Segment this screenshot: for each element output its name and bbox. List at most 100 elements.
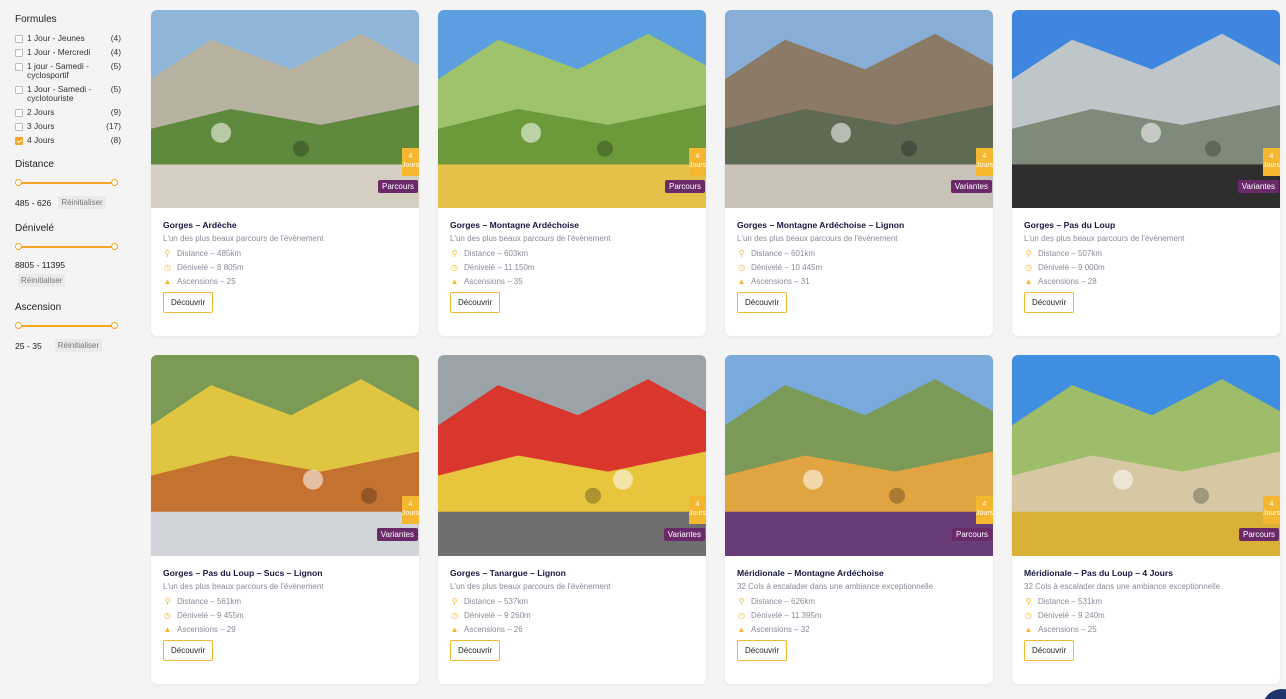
- card-body: Gorges – Montagne Ardéchoise L'un des pl…: [438, 208, 706, 336]
- distance-line: ⚲ Distance – 485km: [164, 249, 242, 258]
- denivele-line: ◷ Dénivelé – 9 000m: [1025, 263, 1105, 272]
- distance-filter: Distance 485 - 626 Réinitialiser: [15, 159, 128, 209]
- card-body: Méridionale – Pas du Loup – 4 Jours 32 C…: [1012, 556, 1280, 684]
- route-title[interactable]: Gorges – Ardèche: [163, 220, 407, 230]
- route-photo[interactable]: 4 Jours Variantes: [725, 10, 993, 208]
- type-badge: Variantes: [376, 528, 418, 541]
- route-photo-illustration: [725, 10, 993, 208]
- ascension-title: Ascension: [15, 302, 62, 313]
- route-subtitle: L'un des plus beaux parcours de l'évènem…: [450, 234, 611, 243]
- route-title[interactable]: Méridionale – Montagne Ardéchoise: [737, 568, 981, 578]
- checkbox[interactable]: [15, 86, 23, 94]
- type-badge: Parcours: [377, 180, 418, 193]
- checkbox[interactable]: [15, 35, 23, 43]
- card-body: Méridionale – Montagne Ardéchoise 32 Col…: [725, 556, 993, 684]
- route-title[interactable]: Gorges – Montagne Ardéchoise: [450, 220, 694, 230]
- ascensions-line: ▲ Ascensions – 35: [450, 277, 523, 286]
- card-body: Gorges – Ardèche L'un des plus beaux par…: [151, 208, 419, 336]
- checkbox[interactable]: [15, 63, 23, 71]
- slider-max-handle[interactable]: [111, 322, 118, 329]
- slider-max-handle[interactable]: [111, 243, 118, 250]
- formule-option[interactable]: 2 Jours (9): [15, 108, 121, 117]
- location-pin-icon: ⚲: [451, 597, 458, 606]
- checkbox[interactable]: [15, 123, 23, 131]
- denivele-line: ◷ Dénivelé – 8 805m: [164, 263, 244, 272]
- discover-button[interactable]: Découvrir: [737, 640, 788, 661]
- denivele-line: ◷ Dénivelé – 10 445m: [738, 263, 823, 272]
- denivele-line: ◷ Dénivelé – 9 260m: [451, 611, 531, 620]
- discover-button[interactable]: Découvrir: [163, 640, 214, 661]
- denivele-range: 8805 - 11395: [15, 260, 66, 270]
- location-pin-icon: ⚲: [738, 249, 745, 258]
- route-title[interactable]: Gorges – Pas du Loup – Sucs – Lignon: [163, 568, 407, 578]
- type-badge: Variantes: [950, 180, 992, 193]
- formule-option[interactable]: 1 Jour - Mercredi (4): [15, 48, 121, 57]
- slider-min-handle[interactable]: [15, 322, 22, 329]
- checkbox[interactable]: [15, 109, 23, 117]
- route-subtitle: L'un des plus beaux parcours de l'évènem…: [163, 582, 324, 591]
- ascensions-line: ▲ Ascensions – 25: [1024, 625, 1097, 634]
- slider-max-handle[interactable]: [111, 179, 118, 186]
- route-photo[interactable]: 4 Jours Variantes: [438, 355, 706, 556]
- ascension-range: 25 - 35: [15, 340, 42, 351]
- route-subtitle: L'un des plus beaux parcours de l'évènem…: [450, 582, 611, 591]
- route-photo-illustration: [151, 355, 419, 556]
- distance-reset-button[interactable]: Réinitialiser: [58, 196, 106, 209]
- formule-option[interactable]: 1 jour - Samedi - cyclosportif (5): [15, 62, 121, 80]
- mountain-icon: ▲: [163, 277, 172, 286]
- route-photo[interactable]: 4 Jours Variantes: [151, 355, 419, 556]
- distance-slider[interactable]: [15, 179, 118, 187]
- formule-option[interactable]: 1 Jour - Jeunes (4): [15, 34, 121, 43]
- location-pin-icon: ⚲: [451, 249, 458, 258]
- route-card[interactable]: 4 Jours Variantes Gorges – Tanargue – Li…: [438, 355, 706, 684]
- discover-button[interactable]: Découvrir: [1024, 640, 1075, 661]
- formule-option[interactable]: 1 Jour - Samedi - cyclotouriste (5): [15, 85, 121, 103]
- ascension-slider[interactable]: [15, 322, 118, 330]
- checkbox[interactable]: [15, 49, 23, 57]
- discover-button[interactable]: Découvrir: [450, 292, 501, 313]
- formule-option[interactable]: 4 Jours (8): [15, 136, 121, 145]
- checkbox[interactable]: [15, 137, 23, 145]
- ascension-reset-button[interactable]: Réinitialiser: [54, 339, 103, 352]
- route-title[interactable]: Méridionale – Pas du Loup – 4 Jours: [1024, 568, 1268, 578]
- slider-track: [18, 182, 115, 184]
- days-badge: 4 Jours: [402, 148, 419, 176]
- route-subtitle: L'un des plus beaux parcours de l'évènem…: [1024, 234, 1185, 243]
- formule-option[interactable]: 3 Jours (17): [15, 122, 121, 131]
- route-card[interactable]: 4 Jours Parcours Méridionale – Pas du Lo…: [1012, 355, 1280, 684]
- denivele-slider[interactable]: [15, 243, 118, 251]
- type-badge: Variantes: [1237, 180, 1279, 193]
- discover-button[interactable]: Découvrir: [1024, 292, 1075, 313]
- slider-min-handle[interactable]: [15, 179, 22, 186]
- discover-button[interactable]: Découvrir: [450, 640, 501, 661]
- card-body: Gorges – Pas du Loup – Sucs – Lignon L'u…: [151, 556, 419, 684]
- denivele-reset-button[interactable]: Réinitialiser: [18, 274, 66, 287]
- route-card[interactable]: 4 Jours Variantes Gorges – Montagne Ardé…: [725, 10, 993, 336]
- route-photo-illustration: [725, 355, 993, 556]
- route-title[interactable]: Gorges – Montagne Ardéchoise – Lignon: [737, 220, 981, 230]
- route-photo[interactable]: 4 Jours Parcours: [1012, 355, 1280, 556]
- denivele-line: ◷ Dénivelé – 11 150m: [451, 263, 535, 272]
- route-photo[interactable]: 4 Jours Parcours: [725, 355, 993, 556]
- discover-button[interactable]: Découvrir: [737, 292, 788, 313]
- clock-icon: ◷: [164, 611, 171, 620]
- route-card[interactable]: 4 Jours Parcours Gorges – Ardèche L'un d…: [151, 10, 419, 336]
- type-badge: Variantes: [663, 528, 705, 541]
- chat-button[interactable]: [1262, 689, 1286, 699]
- distance-line: ⚲ Distance – 531km: [1025, 597, 1103, 606]
- route-card[interactable]: 4 Jours Variantes Gorges – Pas du Loup L…: [1012, 10, 1280, 336]
- type-badge: Parcours: [664, 180, 705, 193]
- slider-min-handle[interactable]: [15, 243, 22, 250]
- route-card[interactable]: 4 Jours Variantes Gorges – Pas du Loup –…: [151, 355, 419, 684]
- route-subtitle: 32 Cols à escalader dans une ambiance ex…: [1024, 582, 1221, 591]
- route-card[interactable]: 4 Jours Parcours Méridionale – Montagne …: [725, 355, 993, 684]
- route-card[interactable]: 4 Jours Parcours Gorges – Montagne Ardéc…: [438, 10, 706, 336]
- route-photo[interactable]: 4 Jours Parcours: [438, 10, 706, 208]
- route-photo[interactable]: 4 Jours Parcours: [151, 10, 419, 208]
- discover-button[interactable]: Découvrir: [163, 292, 214, 313]
- route-title[interactable]: Gorges – Pas du Loup: [1024, 220, 1268, 230]
- route-photo[interactable]: 4 Jours Variantes: [1012, 10, 1280, 208]
- distance-line: ⚲ Distance – 601km: [738, 249, 816, 258]
- days-badge: 4 Jours: [976, 496, 993, 524]
- route-title[interactable]: Gorges – Tanargue – Lignon: [450, 568, 694, 578]
